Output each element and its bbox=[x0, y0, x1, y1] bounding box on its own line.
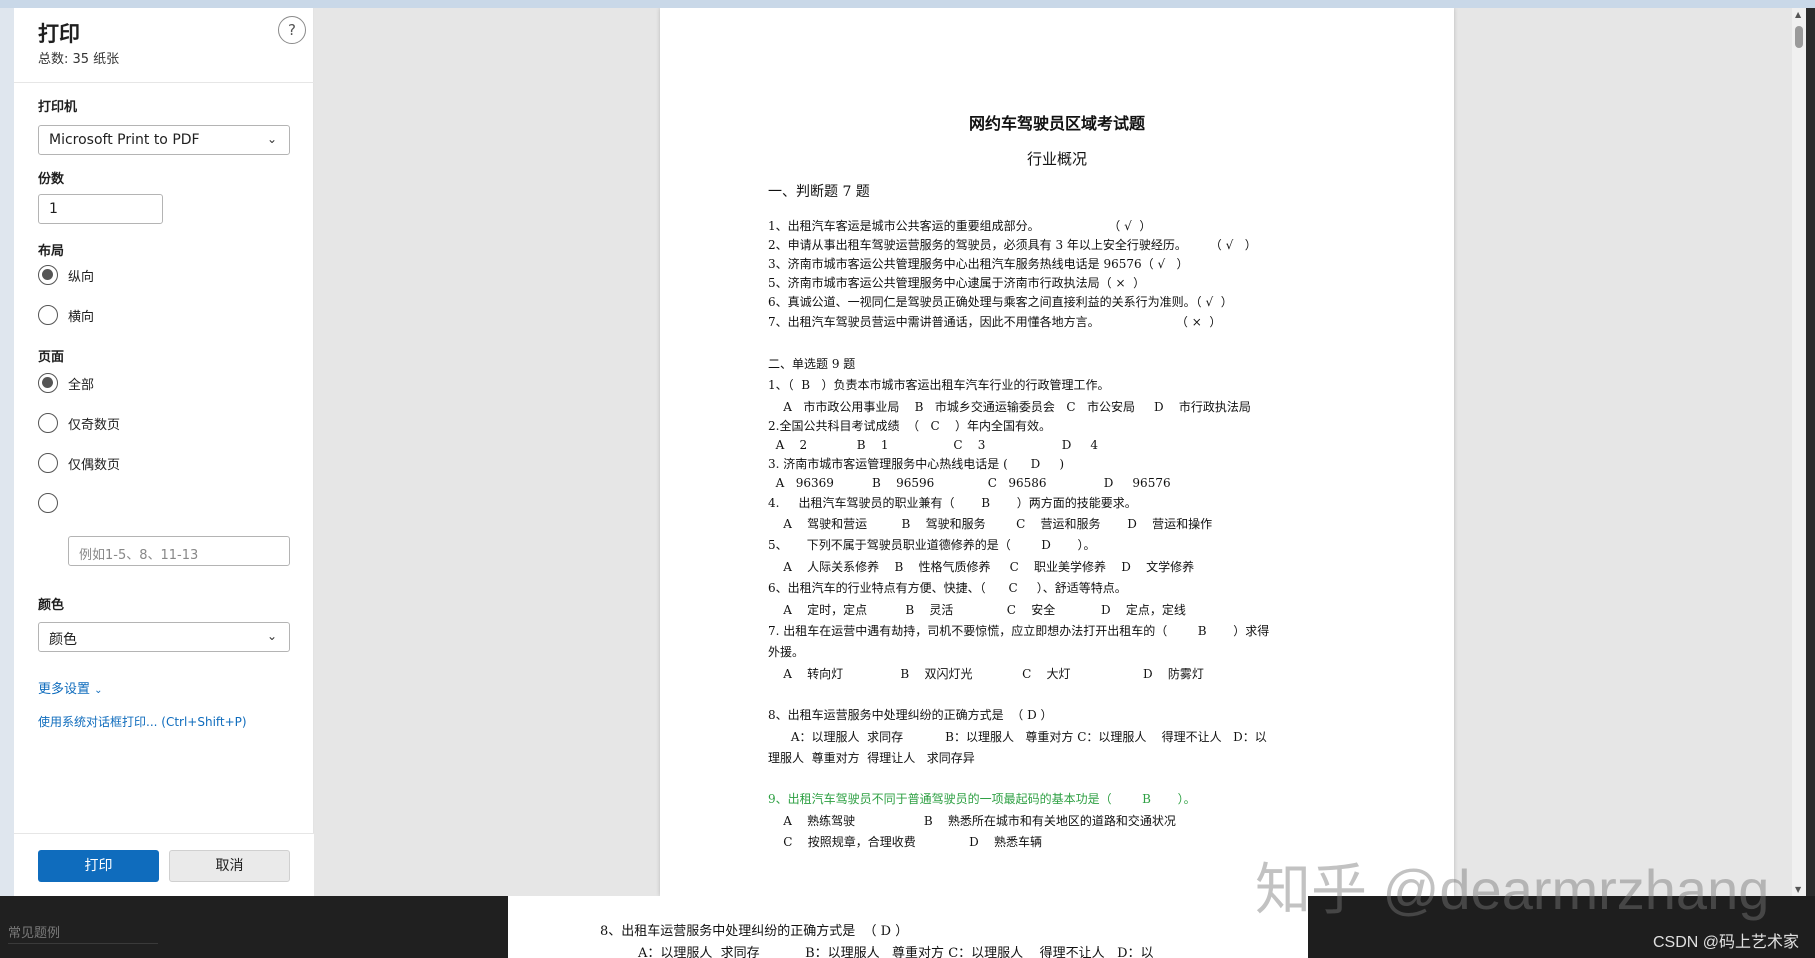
question-line: 6、出租汽车的行业特点有方便、快捷、（ C ）、舒适等特点。 bbox=[768, 581, 1127, 595]
answer-options: A 定时，定点 B 灵活 C 安全 D 定点，定线 bbox=[768, 603, 1186, 617]
answer-options: C 按照规章，合理收费 D 熟悉车辆 bbox=[768, 835, 1042, 849]
document-subtitle: 行业概况 bbox=[1026, 150, 1087, 168]
zhihu-watermark: 知乎 @dearmrzhang bbox=[1255, 858, 1770, 921]
scroll-down-icon[interactable]: ▼ bbox=[1795, 885, 1801, 894]
help-icon[interactable]: ? bbox=[278, 16, 306, 44]
pages-option-label: 仅偶数页 bbox=[68, 457, 121, 473]
copies-label: 份数 bbox=[38, 172, 65, 187]
print-dialog: 打印 总数: 35 纸张 ? 打印机 Microsoft Print to PD… bbox=[14, 8, 1806, 896]
dialog-header: 打印 总数: 35 纸张 ? bbox=[14, 8, 314, 83]
chevron-down-icon: ⌄ bbox=[94, 685, 103, 696]
radio-selected-icon[interactable] bbox=[38, 265, 58, 285]
preview-page: 网约车驾驶员区域考试题 行业概况 一、判断题 7 题 1、出租汽车客运是城市公共… bbox=[660, 8, 1454, 896]
system-dialog-link[interactable]: 使用系统对话框打印... (Ctrl+Shift+P) bbox=[38, 713, 247, 730]
question-line: 5、济南市城市客运公共管理服务中心逮属于济南市行政执法局（ × ） bbox=[768, 276, 1146, 290]
layout-option-label: 纵向 bbox=[68, 269, 95, 285]
radio-icon[interactable] bbox=[38, 453, 58, 473]
question-line: 1、出租汽车客运是城市公共客运的重要组成部分。 （ √ ） bbox=[768, 219, 1152, 233]
scroll-up-icon[interactable]: ▲ bbox=[1795, 10, 1801, 19]
browser-toolbar-strip bbox=[0, 0, 1815, 8]
radio-icon[interactable] bbox=[38, 493, 58, 513]
layout-label: 布局 bbox=[38, 244, 65, 259]
layout-landscape-option[interactable]: 横向 bbox=[38, 303, 94, 327]
answer-options: A 市市政公用事业局 B 市城乡交通运输委员会 C 市公安局 D 市行政执法局 bbox=[768, 400, 1251, 414]
more-settings-link[interactable]: 更多设置 ⌄ bbox=[38, 678, 103, 697]
question-line: 3. 济南市城市客运管理服务中心热线电话是 ( D ) bbox=[768, 457, 1065, 471]
pages-even-option[interactable]: 仅偶数页 bbox=[38, 451, 120, 475]
answer-options: A 熟练驾驶 B 熟悉所在城市和有关地区的道路和交通状况 bbox=[768, 814, 1176, 828]
color-label: 颜色 bbox=[38, 598, 65, 613]
more-settings-label: 更多设置 bbox=[38, 682, 91, 697]
radio-icon[interactable] bbox=[38, 305, 58, 325]
question-line: 7. 出租车在运营中遇有劫持，司机不要惊慌，应立即想办法打开出租车的（ B ）求… bbox=[768, 624, 1270, 638]
scroll-thumb[interactable] bbox=[1795, 26, 1803, 48]
question-line: 6、真诚公道、一视同仁是驾驶员正确处理与乘客之间直接利益的关系行为准则。（ √ … bbox=[768, 295, 1233, 309]
chevron-down-icon: ⌄ bbox=[266, 132, 277, 146]
pages-custom-option[interactable] bbox=[38, 491, 68, 515]
background-question-line: 8、出租车运营服务中处理纠纷的正确方式是 （ D ） bbox=[600, 924, 909, 939]
section-heading: 一、判断题 7 题 bbox=[768, 184, 870, 200]
cancel-button[interactable]: 取消 bbox=[169, 850, 290, 882]
browser-side-strip bbox=[0, 8, 14, 898]
answer-options: A 2 B 1 C 3 D 4 bbox=[768, 438, 1099, 452]
layout-portrait-option[interactable]: 纵向 bbox=[38, 263, 94, 287]
print-preview: 网约车驾驶员区域考试题 行业概况 一、判断题 7 题 1、出租汽车客运是城市公共… bbox=[314, 8, 1806, 896]
printer-value: Microsoft Print to PDF bbox=[49, 132, 200, 148]
pages-option-label: 全部 bbox=[68, 377, 95, 393]
csdn-watermark: CSDN @码上艺术家 bbox=[1652, 934, 1799, 951]
answer-options: A：以理服人 求同存 B：以理服人 尊重对方 C：以理服人 得理不让人 D：以 bbox=[768, 730, 1267, 744]
answer-options: A 96369 B 96596 C 96586 D 96576 bbox=[768, 476, 1171, 490]
question-line: 8、出租车运营服务中处理纠纷的正确方式是 （ D ） bbox=[768, 708, 1053, 722]
pages-label: 页面 bbox=[38, 350, 65, 365]
print-button[interactable]: 打印 bbox=[38, 850, 159, 882]
color-value: 颜色 bbox=[49, 632, 77, 648]
settings-panel: 打印 总数: 35 纸张 ? 打印机 Microsoft Print to PD… bbox=[14, 8, 314, 896]
printer-label: 打印机 bbox=[38, 100, 78, 115]
page-range-input[interactable]: 例如1-5、8、11-13 bbox=[68, 536, 290, 566]
answer-options: A 驾驶和营运 B 驾驶和服务 C 营运和服务 D 营运和操作 bbox=[768, 517, 1213, 531]
document-title: 网约车驾驶员区域考试题 bbox=[968, 114, 1145, 133]
question-line: 7、出租汽车驾驶员营运中需讲普通话，因此不用懂各地方言。 （ × ） bbox=[768, 315, 1222, 329]
question-line: 1、（ B ）负责本市城市客运出租车汽车行业的行政管理工作。 bbox=[768, 378, 1110, 392]
question-line: 4. 出租汽车驾驶员的职业兼有（ B ）两方面的技能要求。 bbox=[768, 496, 1137, 510]
printer-select[interactable]: Microsoft Print to PDF ⌄ bbox=[38, 125, 290, 155]
question-line: 3、济南市城市客运公共管理服务中心出租汽车服务热线电话是 96576（ √ ） bbox=[768, 257, 1189, 271]
radio-icon[interactable] bbox=[38, 413, 58, 433]
pages-odd-option[interactable]: 仅奇数页 bbox=[38, 411, 120, 435]
layout-option-label: 横向 bbox=[68, 309, 95, 325]
copies-input[interactable]: 1 bbox=[38, 194, 163, 224]
question-line: 2、申请从事出租车驾驶运营服务的驾驶员，必须具有 3 年以上安全行驶经历。 （ … bbox=[768, 238, 1257, 252]
section-heading: 二、单选题 9 题 bbox=[768, 357, 856, 371]
preview-scrollbar[interactable]: ▲ ▼ bbox=[1792, 8, 1806, 896]
radio-selected-icon[interactable] bbox=[38, 373, 58, 393]
sheet-count: 总数: 35 纸张 bbox=[38, 52, 120, 67]
highlighted-question: 9、出租汽车驾驶员不同于普通驾驶员的一项最起码的基本功是（ B ）。 bbox=[768, 792, 1196, 806]
pages-option-label: 仅奇数页 bbox=[68, 417, 121, 433]
background-editor-panel: 常见题例 bbox=[0, 896, 510, 958]
question-line: 5、 下列不属于驾驶员职业道德修养的是（ D ）。 bbox=[768, 538, 1096, 552]
answer-options: A 人际关系修养 B 性格气质修养 C 职业美学修养 D 文学修养 bbox=[768, 560, 1195, 574]
background-question-line: A：以理服人 求同存 B：以理服人 尊重对方 C：以理服人 得理不让人 D：以 bbox=[638, 946, 1154, 958]
question-line: 外援。 bbox=[768, 645, 805, 659]
color-select[interactable]: 颜色 ⌄ bbox=[38, 622, 290, 652]
question-line: 2.全国公共科目考试成绩 （ C ）年内全国有效。 bbox=[768, 419, 1051, 433]
background-select: 常见题例 bbox=[8, 922, 158, 944]
answer-options: 理服人 尊重对方 得理让人 求同存异 bbox=[768, 751, 975, 765]
answer-options: A 转向灯 B 双闪灯光 C 大灯 D 防雾灯 bbox=[768, 667, 1204, 681]
pages-all-option[interactable]: 全部 bbox=[38, 371, 94, 395]
chevron-down-icon: ⌄ bbox=[266, 629, 277, 643]
dialog-title: 打印 bbox=[38, 22, 80, 46]
background-document-page: 8、出租车运营服务中处理纠纷的正确方式是 （ D ） A：以理服人 求同存 B：… bbox=[508, 896, 1308, 958]
dialog-footer: 打印 取消 bbox=[14, 833, 314, 896]
